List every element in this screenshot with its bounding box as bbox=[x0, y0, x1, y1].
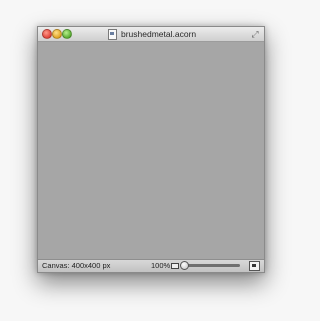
document-icon[interactable] bbox=[108, 28, 117, 40]
zoom-slider[interactable] bbox=[182, 264, 240, 267]
canvas-size-label: Canvas: 400x400 px bbox=[42, 261, 111, 270]
fit-window-icon[interactable] bbox=[249, 261, 260, 271]
close-button[interactable] bbox=[42, 29, 52, 39]
zoom-level-label: 100% bbox=[151, 261, 171, 270]
resize-grip-icon[interactable]: ⤢ bbox=[250, 29, 260, 39]
minimize-button[interactable] bbox=[52, 29, 62, 39]
image-size-icon[interactable] bbox=[171, 263, 179, 269]
document-window: brushedmetal.acorn ⤢ Canvas: 400x400 px … bbox=[37, 26, 265, 273]
canvas-area[interactable] bbox=[38, 42, 264, 260]
zoom-slider-knob[interactable] bbox=[180, 261, 189, 270]
window-title: brushedmetal.acorn bbox=[108, 28, 196, 40]
window-title-text: brushedmetal.acorn bbox=[121, 29, 197, 39]
title-bar[interactable]: brushedmetal.acorn ⤢ bbox=[38, 27, 264, 42]
status-bar: Canvas: 400x400 px 100% bbox=[38, 259, 264, 272]
zoom-button[interactable] bbox=[62, 29, 72, 39]
